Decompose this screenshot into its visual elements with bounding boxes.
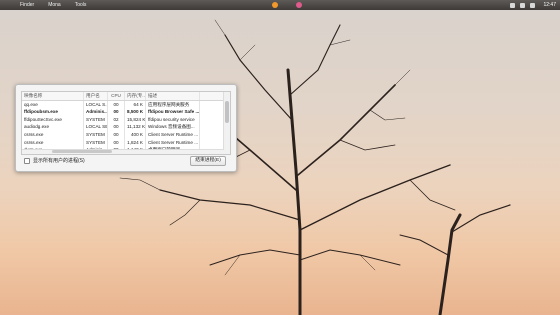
- process-cpu: 00: [108, 100, 125, 109]
- process-table: 映像名称 用户名 CPU 内存(专... 描述 qq.exe LOCAL S..…: [21, 91, 231, 155]
- process-description: ffdipou Browser Safe ...: [148, 108, 200, 116]
- vertical-scrollbar[interactable]: [223, 92, 230, 154]
- wifi-icon[interactable]: [510, 2, 516, 8]
- end-process-button[interactable]: 结束进程(E): [190, 156, 226, 166]
- show-all-users-checkbox[interactable]: [24, 157, 30, 164]
- process-name: audiodg.exe: [22, 123, 84, 131]
- orange-tray-icon[interactable]: [272, 2, 278, 8]
- process-cpu: 00: [108, 108, 125, 116]
- table-row[interactable]: csrss.exe SYSTEM 00 1,824 K Client Serve…: [22, 138, 230, 147]
- process-memory: 64 K: [125, 100, 146, 109]
- scroll-thumb[interactable]: [52, 150, 112, 153]
- process-memory: 8,500 K: [125, 108, 146, 116]
- clock[interactable]: 12:47: [543, 2, 556, 8]
- process-description: ffdipou security service: [146, 115, 200, 124]
- process-memory: 400 K: [125, 130, 146, 139]
- task-manager-window: 映像名称 用户名 CPU 内存(专... 描述 qq.exe LOCAL S..…: [15, 84, 237, 172]
- column-header-description[interactable]: 描述: [146, 92, 200, 100]
- pink-tray-icon[interactable]: [296, 2, 302, 8]
- menu-finder[interactable]: Finder: [20, 2, 34, 8]
- process-description: Client Server Runtime ...: [148, 130, 200, 139]
- volume-icon[interactable]: [520, 2, 526, 8]
- table-row[interactable]: csrss.exe SYSTEM 00 400 K Client Server …: [22, 130, 230, 139]
- table-row[interactable]: ffdipoubsm.exe Adminis... 00 8,500 K ffd…: [22, 108, 230, 116]
- process-name: qq.exe: [22, 100, 84, 109]
- table-header: 映像名称 用户名 CPU 内存(专... 描述: [22, 92, 230, 101]
- table-row[interactable]: audiodg.exe LOCAL SE... 00 11,132 K Wind…: [22, 123, 230, 131]
- process-description: 应用程序层网关服务: [146, 100, 200, 109]
- process-name: ffdipouSecSvc.exe: [22, 115, 84, 124]
- table-row[interactable]: ffdipouSecSvc.exe SYSTEM 02 15,824 K ffd…: [22, 115, 230, 124]
- process-memory: 11,132 K: [127, 123, 146, 131]
- menu-tools[interactable]: Tools: [75, 2, 87, 8]
- table-row[interactable]: qq.exe LOCAL S... 00 64 K 应用程序层网关服务: [22, 100, 230, 109]
- battery-icon[interactable]: [530, 2, 536, 8]
- process-description: Windows 音频设备图...: [146, 123, 200, 131]
- menu-bar: Finder Mona Tools: [0, 0, 560, 10]
- column-header-cpu[interactable]: CPU: [108, 92, 125, 100]
- process-user: SYSTEM: [84, 138, 108, 147]
- process-memory: 15,824 K: [127, 115, 146, 124]
- process-memory: 1,824 K: [125, 138, 146, 147]
- process-user: SYSTEM: [84, 130, 108, 139]
- show-all-users-option[interactable]: 显示所有用户的进程(S): [24, 157, 85, 164]
- process-cpu: 00: [108, 130, 125, 139]
- scroll-thumb[interactable]: [225, 101, 229, 123]
- process-cpu: 00: [108, 138, 125, 147]
- process-user: LOCAL SE...: [86, 123, 108, 131]
- show-all-users-label: 显示所有用户的进程(S): [33, 158, 85, 164]
- process-user: Adminis...: [86, 108, 108, 116]
- column-header-memory[interactable]: 内存(专...: [125, 92, 146, 100]
- column-header-name[interactable]: 映像名称: [22, 92, 84, 100]
- process-name: csrss.exe: [22, 138, 84, 147]
- process-name: ffdipoubsm.exe: [22, 108, 84, 116]
- process-cpu: 02: [108, 115, 125, 124]
- process-user: SYSTEM: [84, 115, 108, 124]
- menu-mona[interactable]: Mona: [48, 2, 61, 8]
- process-description: Client Server Runtime ...: [148, 138, 200, 147]
- status-icons: 12:47: [510, 0, 560, 10]
- process-cpu: 00: [108, 123, 125, 131]
- process-name: csrss.exe: [22, 130, 84, 139]
- horizontal-scrollbar[interactable]: [22, 149, 224, 154]
- process-user: LOCAL S...: [86, 100, 108, 109]
- column-header-user[interactable]: 用户名: [84, 92, 108, 100]
